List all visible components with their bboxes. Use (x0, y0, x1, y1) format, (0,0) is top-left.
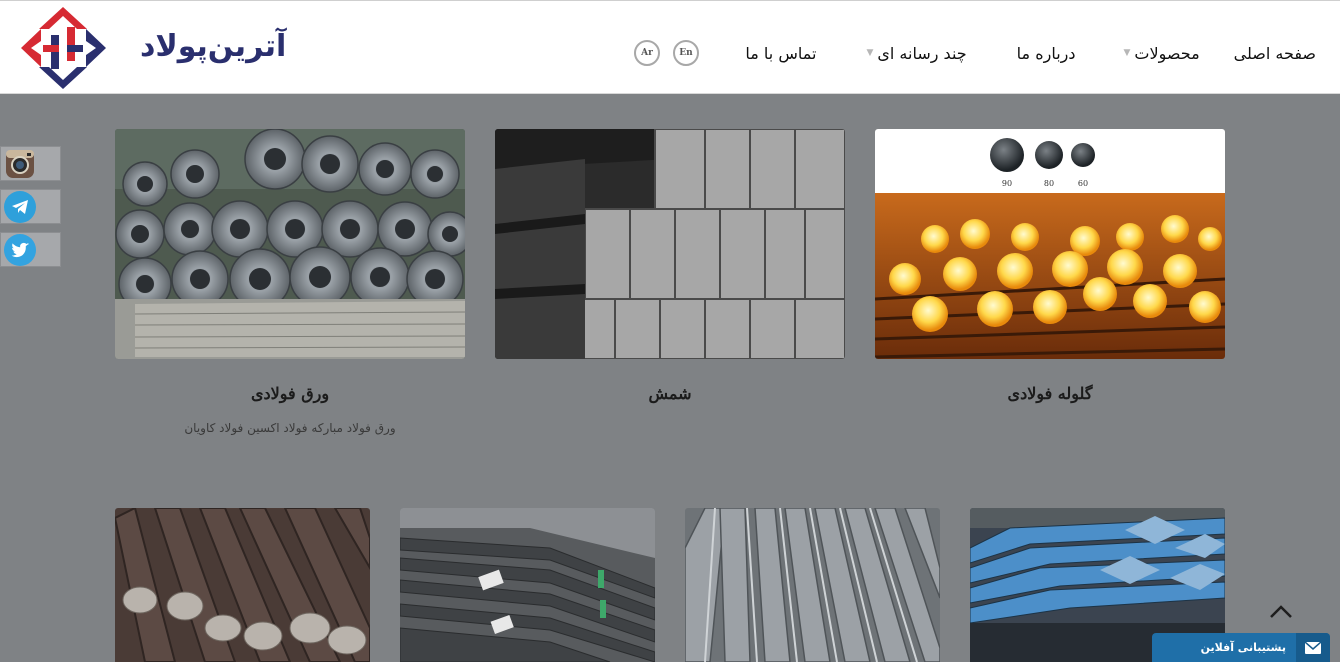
nav-item-label: تماس با ما (745, 43, 817, 63)
telegram-icon (4, 190, 36, 223)
support-label: پشتیبانی آفلاین (1200, 641, 1286, 654)
product-card-steel-ball[interactable]: 90 80 60 گلوله فولادی (875, 129, 1225, 419)
logo-icon[interactable] (17, 5, 110, 91)
caret-down-icon: ▼ (866, 48, 874, 58)
steel-balls-image[interactable]: 90 80 60 (875, 129, 1225, 359)
instagram-icon (4, 148, 36, 180)
ball-size-label: 90 (1002, 179, 1012, 188)
steel-coils-image[interactable] (115, 129, 465, 359)
product-card-ingot[interactable]: شمش (495, 129, 845, 419)
lang-ar-label: Ar (641, 48, 653, 58)
nav-item-home[interactable]: صفحه اصلی (1234, 44, 1316, 63)
product-title[interactable]: گلوله فولادی (875, 384, 1225, 403)
social-telegram-button[interactable] (0, 189, 61, 224)
nav-item-label: چند رسانه ای (877, 43, 967, 63)
steel-plates-image[interactable] (400, 508, 655, 662)
site-header: آترین‌پولاد Ar En صفحه اصلی محصولات ▼ در… (0, 0, 1340, 94)
lang-en-label: En (679, 48, 693, 58)
social-twitter-button[interactable] (0, 232, 61, 267)
nav-item-label: محصولات (1134, 43, 1200, 63)
nav-item-label: درباره ما (1016, 43, 1076, 63)
nav-item-products[interactable]: محصولات ▼ (1124, 44, 1200, 63)
social-instagram-button[interactable] (0, 146, 61, 181)
brand-name[interactable]: آترین‌پولاد (140, 29, 287, 64)
chevron-up-icon[interactable] (1268, 602, 1294, 622)
product-description: ورق فولاد مبارکه فولاد اکسین فولاد کاویا… (184, 421, 396, 435)
steel-angles-image[interactable] (685, 508, 940, 662)
steel-ingots-image[interactable] (495, 129, 845, 359)
twitter-icon (4, 233, 36, 266)
nav-item-about[interactable]: درباره ما (1017, 44, 1076, 63)
ball-size-label: 80 (1044, 179, 1054, 188)
lang-ar-button[interactable]: Ar (634, 40, 660, 66)
lang-en-button[interactable]: En (673, 40, 699, 66)
nav-item-contact[interactable]: تماس با ما (745, 44, 816, 63)
round-bars-image[interactable] (115, 508, 370, 662)
product-title[interactable]: ورق فولادی (115, 384, 465, 403)
main-nav: صفحه اصلی محصولات ▼ درباره ما چند رسانه … (745, 41, 1316, 65)
product-title[interactable]: شمش (495, 384, 845, 403)
product-card-steel-sheet[interactable]: ورق فولادی ورق فولاد مبارکه فولاد اکسین … (115, 129, 465, 449)
envelope-icon (1296, 633, 1330, 662)
nav-item-multimedia[interactable]: چند رسانه ای ▼ (866, 44, 966, 63)
nav-item-label: صفحه اصلی (1233, 43, 1316, 63)
caret-down-icon: ▼ (1123, 48, 1131, 58)
offline-support-button[interactable]: پشتیبانی آفلاین (1152, 633, 1330, 662)
ball-size-label: 60 (1078, 179, 1088, 188)
